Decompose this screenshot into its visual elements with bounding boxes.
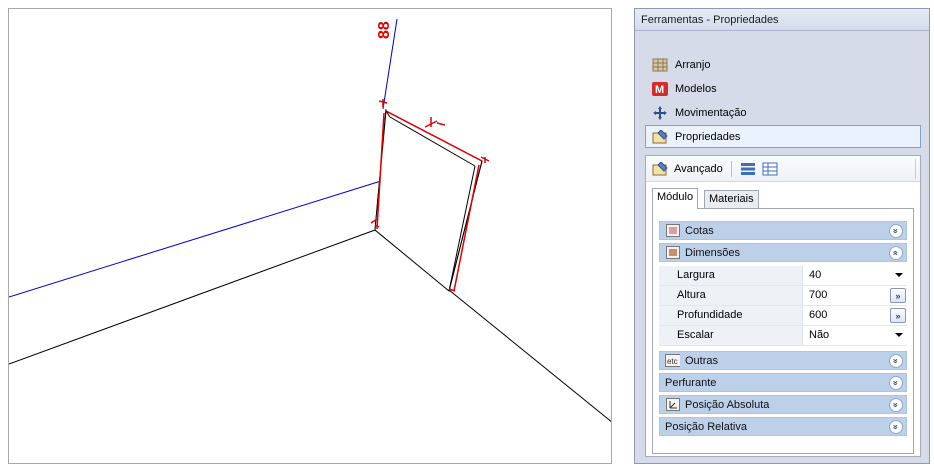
nav-item-label: Arranjo (675, 58, 711, 71)
section-posicao-absoluta[interactable]: Posição Absoluta » (659, 395, 907, 414)
profundidade-ellipsis-button[interactable]: » (890, 308, 906, 323)
etc-icon: etc (665, 354, 680, 368)
section-cotas[interactable]: Cotas » (659, 221, 907, 240)
nav-item-label: Movimentação (675, 106, 747, 119)
section-label: Dimensões (685, 246, 741, 259)
property-row-profundidade: Profundidade 600 » (659, 306, 907, 326)
svg-text:etc: etc (667, 357, 678, 366)
toolbar-edge (915, 159, 916, 179)
axis-label: 88 (376, 21, 393, 39)
section-label: Perfurante (665, 376, 717, 389)
nav-item-label: Modelos (675, 82, 717, 95)
nav-item-label: Propriedades (675, 130, 741, 143)
property-name: Altura (659, 286, 803, 305)
properties-subpanel: Avançado Módulo Materiais Cotas » Dimens… (645, 155, 921, 457)
arrangement-icon (652, 57, 668, 73)
nav-item-movimentacao[interactable]: Movimentação (645, 101, 921, 124)
expand-icon[interactable]: » (889, 376, 903, 390)
nav-item-modelos[interactable]: M Modelos (645, 77, 921, 100)
section-posicao-relativa[interactable]: Posição Relativa » (659, 417, 907, 436)
section-label: Cotas (685, 224, 714, 237)
altura-ellipsis-button[interactable]: » (890, 288, 906, 303)
section-label: Posição Absoluta (685, 398, 770, 411)
largura-value[interactable]: 40 (805, 266, 907, 285)
property-name: Largura (659, 266, 803, 285)
expand-icon[interactable]: » (889, 224, 903, 238)
floor-edge-left (9, 229, 376, 365)
dropdown-arrow-icon[interactable] (895, 333, 903, 337)
models-icon: M (652, 81, 668, 97)
x-axis-line (9, 180, 382, 298)
property-row-largura: Largura 40 (659, 266, 907, 286)
panel-title: Ferramentas - Propriedades (635, 9, 929, 31)
nav-item-arranjo[interactable]: Arranjo (645, 53, 921, 76)
3d-viewport[interactable]: 88 (8, 8, 612, 464)
subpanel-toolbar: Avançado (646, 156, 920, 182)
expand-icon[interactable]: » (889, 354, 903, 368)
nav-item-propriedades[interactable]: Propriedades (645, 125, 921, 148)
advanced-icon[interactable] (652, 161, 668, 176)
categorized-view-icon[interactable] (740, 162, 756, 176)
property-row-altura: Altura 700 » (659, 286, 907, 306)
section-perfurante[interactable]: Perfurante » (659, 373, 907, 392)
property-grid-icon[interactable] (762, 162, 778, 176)
section-dimensoes[interactable]: Dimensões « (659, 243, 907, 262)
toolbar-separator (730, 160, 732, 177)
tab-modulo[interactable]: Módulo (652, 188, 699, 209)
section-label: Posição Relativa (665, 420, 747, 433)
expand-icon[interactable]: » (889, 398, 903, 412)
tab-materiais[interactable]: Materiais (704, 190, 759, 208)
svg-text:M: M (655, 84, 664, 96)
property-row-escalar: Escalar Não (659, 326, 907, 346)
advanced-label[interactable]: Avançado (674, 163, 723, 175)
escalar-value[interactable]: Não (805, 326, 907, 345)
tools-properties-panel: Ferramentas - Propriedades Arranjo M Mod… (634, 8, 930, 464)
coordinates-icon (665, 398, 680, 412)
section-label: Outras (685, 354, 719, 367)
property-name: Escalar (659, 326, 803, 345)
collapse-icon[interactable]: « (889, 246, 903, 260)
section-outras[interactable]: etc Outras » (659, 351, 907, 370)
properties-icon (652, 129, 668, 145)
tab-content: Cotas » Dimensões « Largura 40 Altura 70… (652, 208, 914, 454)
dropdown-arrow-icon[interactable] (895, 273, 903, 277)
move-icon (652, 105, 668, 121)
cabinet-side-panel (374, 110, 483, 292)
dimensions-ruler-icon (665, 224, 680, 238)
property-name: Profundidade (659, 306, 803, 325)
dimensions-icon (665, 246, 680, 260)
expand-icon[interactable]: » (889, 420, 903, 434)
